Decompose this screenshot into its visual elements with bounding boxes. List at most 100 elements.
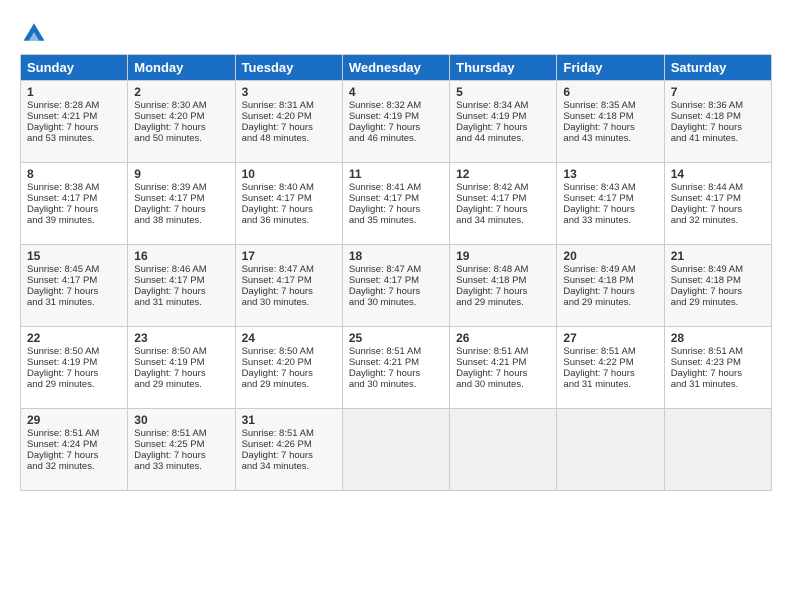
- week-row-4: 22Sunrise: 8:50 AMSunset: 4:19 PMDayligh…: [21, 327, 772, 409]
- day-number: 14: [671, 167, 765, 181]
- cell-line: Daylight: 7 hours: [242, 122, 336, 133]
- cell-line: and 34 minutes.: [242, 461, 336, 472]
- calendar-cell: 6Sunrise: 8:35 AMSunset: 4:18 PMDaylight…: [557, 81, 664, 163]
- cell-line: Daylight: 7 hours: [134, 368, 228, 379]
- cell-line: Sunrise: 8:45 AM: [27, 264, 121, 275]
- calendar-cell: 23Sunrise: 8:50 AMSunset: 4:19 PMDayligh…: [128, 327, 235, 409]
- cell-line: Sunrise: 8:51 AM: [349, 346, 443, 357]
- calendar-cell: [342, 409, 449, 491]
- calendar-cell: [450, 409, 557, 491]
- cell-line: Sunset: 4:25 PM: [134, 439, 228, 450]
- cell-line: Daylight: 7 hours: [563, 122, 657, 133]
- cell-line: Sunrise: 8:47 AM: [242, 264, 336, 275]
- cell-line: and 48 minutes.: [242, 133, 336, 144]
- calendar-cell: 14Sunrise: 8:44 AMSunset: 4:17 PMDayligh…: [664, 163, 771, 245]
- cell-line: Sunset: 4:20 PM: [242, 111, 336, 122]
- cell-line: Sunrise: 8:51 AM: [242, 428, 336, 439]
- cell-line: Daylight: 7 hours: [134, 286, 228, 297]
- calendar-cell: [557, 409, 664, 491]
- cell-line: Sunset: 4:17 PM: [242, 193, 336, 204]
- cell-line: Daylight: 7 hours: [242, 286, 336, 297]
- cell-line: and 29 minutes.: [563, 297, 657, 308]
- calendar-cell: 31Sunrise: 8:51 AMSunset: 4:26 PMDayligh…: [235, 409, 342, 491]
- calendar-cell: 11Sunrise: 8:41 AMSunset: 4:17 PMDayligh…: [342, 163, 449, 245]
- header: [20, 18, 772, 46]
- cell-line: Sunset: 4:20 PM: [242, 357, 336, 368]
- calendar-cell: 1Sunrise: 8:28 AMSunset: 4:21 PMDaylight…: [21, 81, 128, 163]
- calendar-cell: 29Sunrise: 8:51 AMSunset: 4:24 PMDayligh…: [21, 409, 128, 491]
- day-number: 15: [27, 249, 121, 263]
- cell-line: Sunset: 4:19 PM: [456, 111, 550, 122]
- cell-line: Sunset: 4:17 PM: [134, 193, 228, 204]
- week-row-1: 1Sunrise: 8:28 AMSunset: 4:21 PMDaylight…: [21, 81, 772, 163]
- cell-line: Sunset: 4:17 PM: [27, 193, 121, 204]
- cell-line: Sunrise: 8:48 AM: [456, 264, 550, 275]
- day-number: 22: [27, 331, 121, 345]
- cell-line: Daylight: 7 hours: [242, 368, 336, 379]
- cell-line: and 30 minutes.: [349, 297, 443, 308]
- day-number: 6: [563, 85, 657, 99]
- day-header-friday: Friday: [557, 55, 664, 81]
- cell-line: Sunset: 4:21 PM: [27, 111, 121, 122]
- cell-line: Daylight: 7 hours: [671, 204, 765, 215]
- cell-line: Daylight: 7 hours: [134, 122, 228, 133]
- cell-line: and 34 minutes.: [456, 215, 550, 226]
- calendar-header-row: SundayMondayTuesdayWednesdayThursdayFrid…: [21, 55, 772, 81]
- cell-line: Sunrise: 8:46 AM: [134, 264, 228, 275]
- cell-line: Sunset: 4:24 PM: [27, 439, 121, 450]
- cell-line: and 41 minutes.: [671, 133, 765, 144]
- cell-line: Daylight: 7 hours: [671, 368, 765, 379]
- cell-line: Daylight: 7 hours: [456, 286, 550, 297]
- cell-line: Sunset: 4:17 PM: [349, 275, 443, 286]
- day-number: 3: [242, 85, 336, 99]
- logo: [20, 18, 50, 46]
- cell-line: and 30 minutes.: [242, 297, 336, 308]
- cell-line: Sunrise: 8:51 AM: [134, 428, 228, 439]
- cell-line: Daylight: 7 hours: [27, 122, 121, 133]
- cell-line: Daylight: 7 hours: [349, 286, 443, 297]
- calendar-cell: 13Sunrise: 8:43 AMSunset: 4:17 PMDayligh…: [557, 163, 664, 245]
- cell-line: Sunrise: 8:28 AM: [27, 100, 121, 111]
- calendar-cell: 4Sunrise: 8:32 AMSunset: 4:19 PMDaylight…: [342, 81, 449, 163]
- day-number: 30: [134, 413, 228, 427]
- cell-line: Sunset: 4:21 PM: [349, 357, 443, 368]
- calendar-cell: 19Sunrise: 8:48 AMSunset: 4:18 PMDayligh…: [450, 245, 557, 327]
- cell-line: Sunset: 4:17 PM: [563, 193, 657, 204]
- cell-line: Sunrise: 8:49 AM: [671, 264, 765, 275]
- cell-line: and 44 minutes.: [456, 133, 550, 144]
- week-row-2: 8Sunrise: 8:38 AMSunset: 4:17 PMDaylight…: [21, 163, 772, 245]
- cell-line: Daylight: 7 hours: [671, 122, 765, 133]
- calendar-cell: 10Sunrise: 8:40 AMSunset: 4:17 PMDayligh…: [235, 163, 342, 245]
- day-number: 20: [563, 249, 657, 263]
- cell-line: Daylight: 7 hours: [349, 204, 443, 215]
- cell-line: Sunrise: 8:50 AM: [134, 346, 228, 357]
- cell-line: Sunrise: 8:51 AM: [671, 346, 765, 357]
- cell-line: and 50 minutes.: [134, 133, 228, 144]
- calendar-cell: 7Sunrise: 8:36 AMSunset: 4:18 PMDaylight…: [664, 81, 771, 163]
- cell-line: Daylight: 7 hours: [563, 204, 657, 215]
- cell-line: Sunrise: 8:31 AM: [242, 100, 336, 111]
- day-number: 19: [456, 249, 550, 263]
- cell-line: Daylight: 7 hours: [27, 368, 121, 379]
- day-number: 11: [349, 167, 443, 181]
- cell-line: Daylight: 7 hours: [563, 368, 657, 379]
- cell-line: and 33 minutes.: [134, 461, 228, 472]
- day-header-thursday: Thursday: [450, 55, 557, 81]
- cell-line: Sunset: 4:19 PM: [134, 357, 228, 368]
- cell-line: Daylight: 7 hours: [563, 286, 657, 297]
- calendar-cell: [664, 409, 771, 491]
- day-number: 10: [242, 167, 336, 181]
- cell-line: and 31 minutes.: [27, 297, 121, 308]
- calendar-cell: 2Sunrise: 8:30 AMSunset: 4:20 PMDaylight…: [128, 81, 235, 163]
- cell-line: Sunrise: 8:49 AM: [563, 264, 657, 275]
- cell-line: Daylight: 7 hours: [456, 204, 550, 215]
- cell-line: Sunrise: 8:40 AM: [242, 182, 336, 193]
- calendar-cell: 16Sunrise: 8:46 AMSunset: 4:17 PMDayligh…: [128, 245, 235, 327]
- cell-line: Daylight: 7 hours: [242, 204, 336, 215]
- cell-line: Sunset: 4:19 PM: [349, 111, 443, 122]
- day-number: 16: [134, 249, 228, 263]
- cell-line: Sunrise: 8:51 AM: [563, 346, 657, 357]
- calendar-cell: 20Sunrise: 8:49 AMSunset: 4:18 PMDayligh…: [557, 245, 664, 327]
- week-row-3: 15Sunrise: 8:45 AMSunset: 4:17 PMDayligh…: [21, 245, 772, 327]
- cell-line: Daylight: 7 hours: [242, 450, 336, 461]
